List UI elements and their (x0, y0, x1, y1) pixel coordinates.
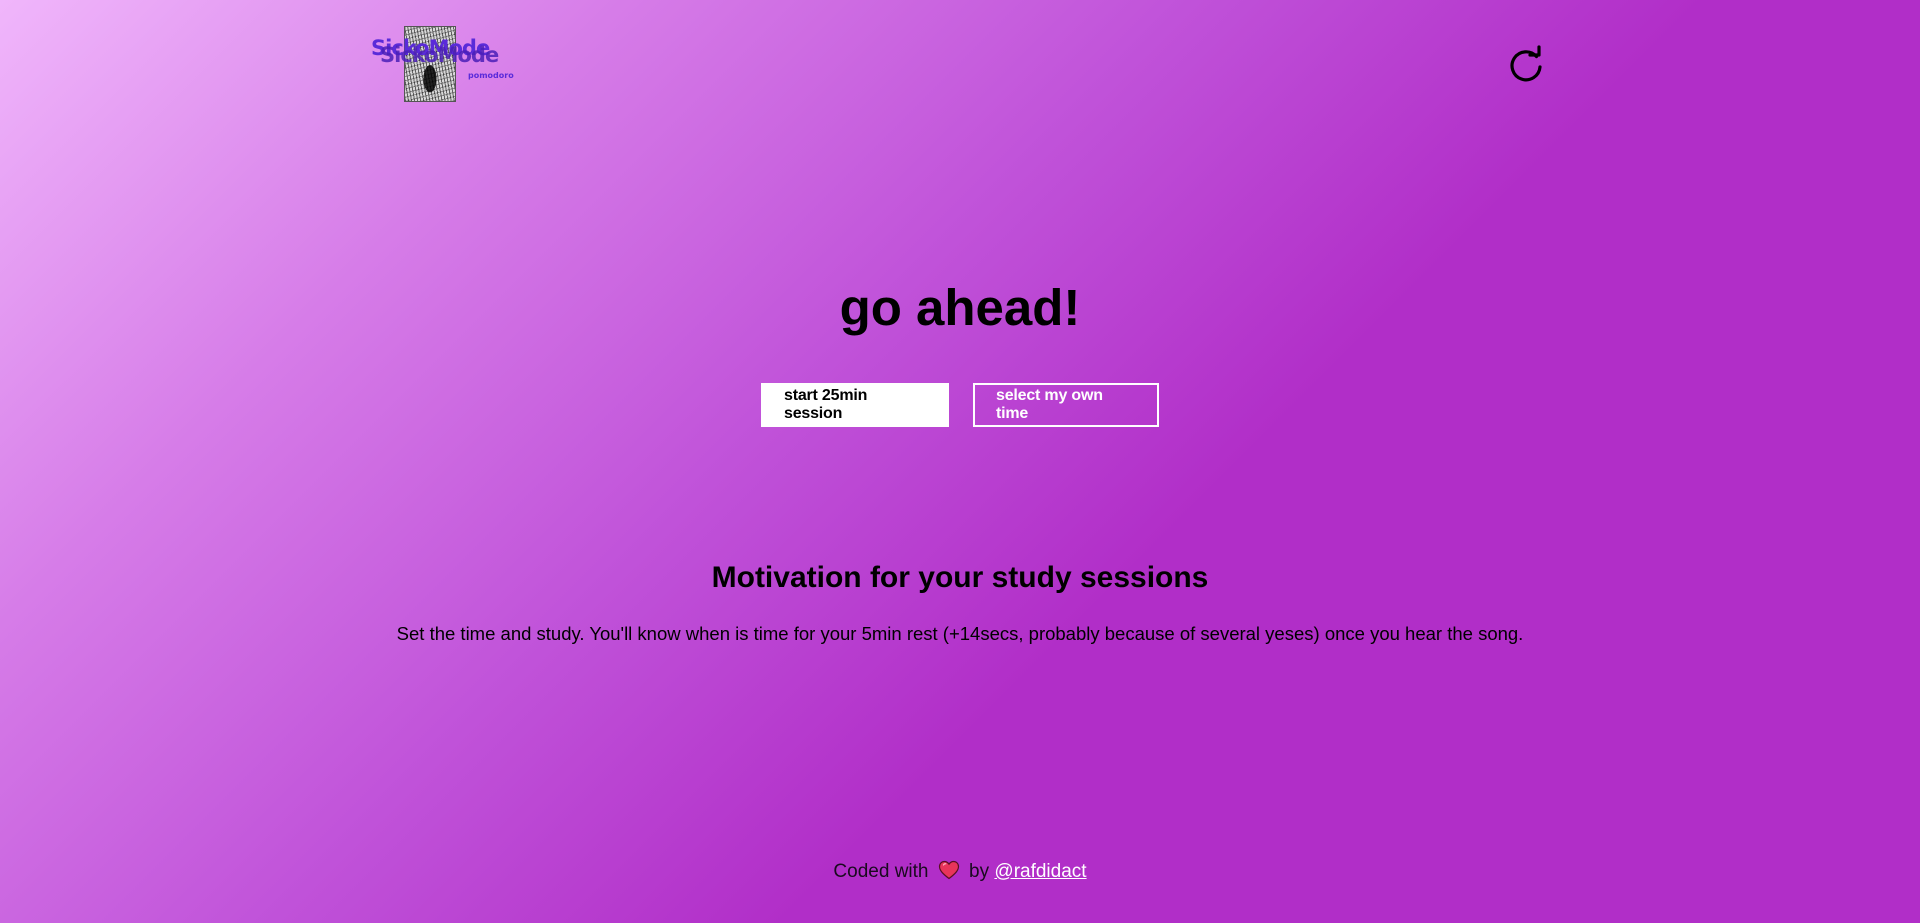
logo[interactable]: SickoMode SickoMode pomodoro (371, 26, 535, 104)
author-link[interactable]: @rafdidact (994, 861, 1086, 882)
heart-icon (938, 860, 960, 880)
refresh-icon (1510, 45, 1542, 82)
start-session-button[interactable]: start 25min session (761, 383, 949, 427)
select-own-time-button[interactable]: select my own time (973, 383, 1159, 427)
footer-prefix: Coded with (833, 861, 929, 882)
logo-subtitle: pomodoro (468, 71, 514, 80)
motivation-title: Motivation for your study sessions (711, 561, 1209, 594)
footer: Coded with by @rafdidact (0, 859, 1920, 885)
footer-by: by (969, 861, 990, 882)
refresh-button[interactable] (1506, 45, 1546, 85)
logo-title-shadow: SickoMode (380, 43, 499, 67)
hero-title: go ahead! (839, 279, 1081, 336)
motivation-text: Set the time and study. You'll know when… (396, 623, 1524, 644)
session-buttons: start 25min session select my own time (0, 383, 1920, 427)
